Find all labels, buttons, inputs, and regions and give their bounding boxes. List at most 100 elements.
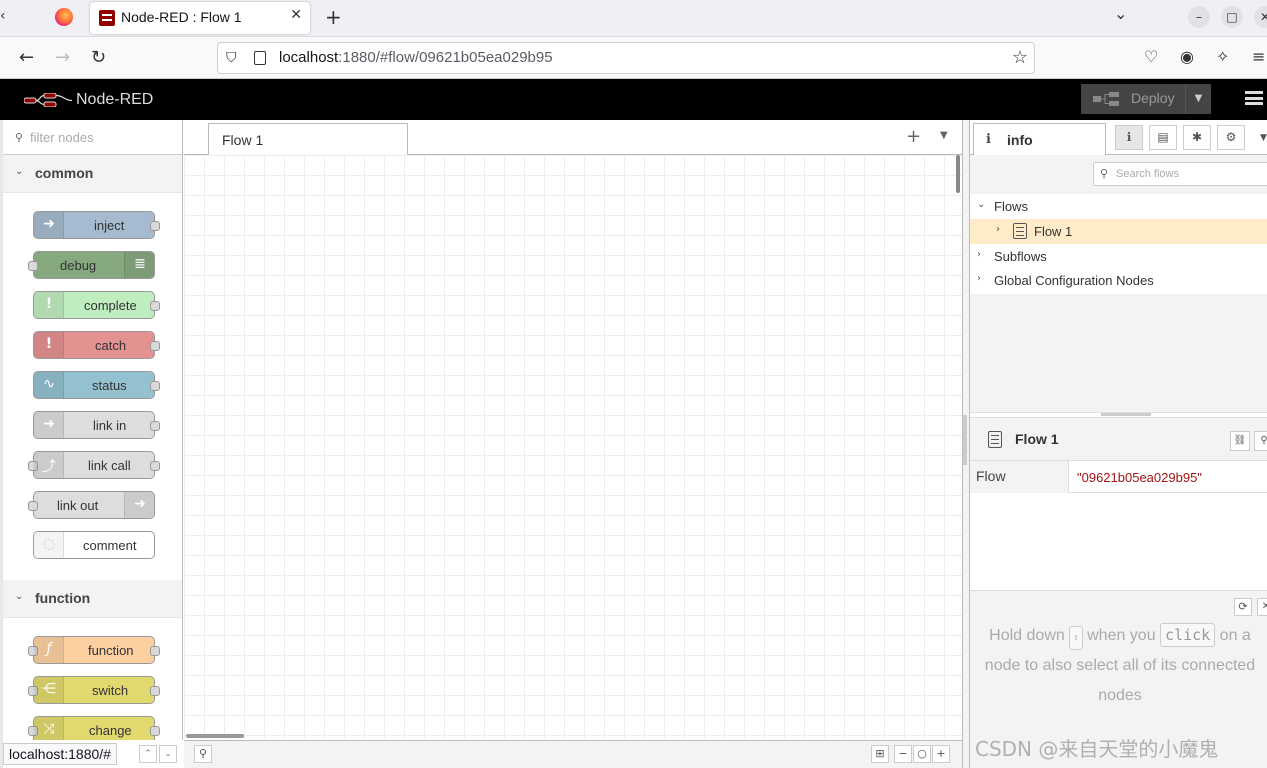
palette-node-switch[interactable]: ⋲ switch xyxy=(28,676,160,704)
firefox-icon[interactable] xyxy=(55,8,73,26)
main-menu-icon[interactable] xyxy=(1245,91,1263,105)
category-function-header[interactable]: ⌄ function xyxy=(3,580,182,618)
flow-tree: ⌄ Flows › Flow 1 › Subflows › Global Con… xyxy=(970,194,1267,294)
workspace-canvas[interactable] xyxy=(184,155,962,739)
info-splitter-handle[interactable] xyxy=(1101,413,1151,416)
palette-filter[interactable]: ⚲ filter nodes xyxy=(3,120,182,155)
sidebar-resize-handle[interactable] xyxy=(963,415,967,465)
tree-row-subflows[interactable]: › Subflows xyxy=(970,244,1267,269)
search-flows-input[interactable]: ⚲ Search flows xyxy=(1093,162,1267,186)
palette-node-complete[interactable]: ! complete xyxy=(33,291,160,319)
vertical-scrollbar[interactable] xyxy=(956,155,960,193)
switch-icon: ⋲ xyxy=(42,681,56,697)
output-port xyxy=(150,221,160,231)
pulse-icon: ∿ xyxy=(43,376,55,392)
tip-text: Hold down ⇧ when you click on a node to … xyxy=(980,621,1260,711)
flow-list-caret-icon[interactable]: ▼ xyxy=(940,130,948,141)
refresh-icon[interactable]: ⟳ xyxy=(1234,598,1252,616)
node-label: status xyxy=(92,378,127,393)
new-tab-icon[interactable]: + xyxy=(325,5,342,29)
reload-icon[interactable]: ↻ xyxy=(91,47,106,68)
palette-node-function[interactable]: ƒ function xyxy=(28,636,160,664)
tree-row-global-config[interactable]: › Global Configuration Nodes xyxy=(970,268,1267,293)
status-url: localhost:1880/# xyxy=(3,743,117,765)
detail-header: Flow 1 ⛓ ⚲ xyxy=(970,418,1267,461)
link-icon[interactable]: ⛓ xyxy=(1230,431,1250,451)
close-tab-icon[interactable]: ✕ xyxy=(290,7,302,23)
palette-node-link-out[interactable]: link out ➜ xyxy=(28,491,155,519)
add-flow-icon[interactable]: + xyxy=(906,126,921,147)
deploy-menu-caret-icon[interactable]: ▼ xyxy=(1185,84,1211,114)
palette-node-catch[interactable]: ! catch xyxy=(33,331,160,359)
tree-row-flows[interactable]: ⌄ Flows xyxy=(970,194,1267,219)
input-port xyxy=(28,261,38,271)
expand-all-icon[interactable]: ⌄ xyxy=(159,745,177,763)
tab-info[interactable]: ℹ info xyxy=(973,123,1106,156)
nodered-header: Node-RED Deploy ▼ xyxy=(0,79,1267,120)
url-text[interactable]: localhost:1880/#flow/09621b05ea029b95 xyxy=(279,49,553,66)
navigator-map-icon[interactable]: ⊞ xyxy=(871,745,889,763)
chevron-right-icon: › xyxy=(996,224,1000,235)
search-icon: ⚲ xyxy=(1100,167,1109,180)
back-icon[interactable]: ← xyxy=(19,47,34,68)
zoom-reset-icon[interactable]: ○ xyxy=(913,745,931,763)
config-gear-icon[interactable]: ⚙ xyxy=(1217,125,1245,150)
category-label: common xyxy=(35,165,94,181)
palette-node-inject[interactable]: ➜ inject xyxy=(33,211,160,239)
help-book-icon[interactable]: ▤ xyxy=(1149,125,1177,150)
category-common-header[interactable]: ⌄ common xyxy=(3,155,182,193)
close-window-icon[interactable]: ✕ xyxy=(1254,6,1267,28)
exclamation-icon: ! xyxy=(45,336,53,352)
tree-row-flow-1[interactable]: › Flow 1 xyxy=(970,219,1267,244)
shield-icon[interactable]: ⛉ xyxy=(226,50,237,66)
browser-tab-bar: ‹ Node-RED : Flow 1 ✕ + ⌄ – □ ✕ xyxy=(0,0,1267,37)
node-label: link call xyxy=(88,458,131,473)
url-bar[interactable]: ⛉ localhost:1880/#flow/09621b05ea029b95 … xyxy=(217,42,1035,74)
page-info-icon[interactable] xyxy=(254,51,266,65)
property-value: "09621b05ea029b95" xyxy=(1077,470,1202,485)
pocket-icon[interactable]: ♡ xyxy=(1144,47,1158,66)
palette-node-change[interactable]: ⤨ change xyxy=(28,716,160,740)
maximize-icon[interactable]: □ xyxy=(1221,6,1243,28)
search-icon[interactable]: ⚲ xyxy=(194,745,212,763)
horizontal-scrollbar[interactable] xyxy=(186,734,244,738)
filter-nodes-input[interactable]: filter nodes xyxy=(30,130,94,145)
output-port xyxy=(150,461,160,471)
palette-node-comment[interactable]: ◌ comment xyxy=(33,531,155,559)
list-tabs-chevron-icon[interactable]: ⌄ xyxy=(1114,4,1127,23)
minimize-icon[interactable]: – xyxy=(1188,6,1210,28)
tab-flow-1[interactable]: Flow 1 xyxy=(208,123,408,156)
browser-tab[interactable]: Node-RED : Flow 1 ✕ xyxy=(90,2,310,34)
debug-list-icon: ≣ xyxy=(134,256,146,272)
output-port xyxy=(150,341,160,351)
tree-label: Subflows xyxy=(994,249,1047,264)
zoom-out-icon[interactable]: − xyxy=(894,745,912,763)
palette-node-status[interactable]: ∿ status xyxy=(33,371,160,399)
exclamation-icon: ! xyxy=(45,296,53,312)
output-port xyxy=(150,301,160,311)
bookmark-star-icon[interactable]: ☆ xyxy=(1012,47,1028,68)
close-icon[interactable]: ✕ xyxy=(1257,598,1267,616)
palette-node-debug[interactable]: debug ≣ xyxy=(28,251,155,279)
output-port xyxy=(150,421,160,431)
browser-menu-icon[interactable]: ≡ xyxy=(1252,47,1265,66)
inject-icon: ➜ xyxy=(43,216,55,232)
debug-bug-icon[interactable]: ✱ xyxy=(1183,125,1211,150)
collapse-all-icon[interactable]: ⌃ xyxy=(139,745,157,763)
forward-icon[interactable]: → xyxy=(55,47,70,68)
node-label: switch xyxy=(92,683,129,698)
account-icon[interactable]: ◉ xyxy=(1180,47,1194,66)
palette-node-link-call[interactable]: ⤴ link call xyxy=(28,451,160,479)
info-tab-icon[interactable]: ℹ xyxy=(1115,125,1143,150)
left-edge-glyph: ‹ xyxy=(0,8,6,24)
palette-node-link-in[interactable]: ➜ link in xyxy=(33,411,160,439)
zoom-in-icon[interactable]: + xyxy=(932,745,950,763)
deploy-button[interactable]: Deploy ▼ xyxy=(1081,84,1211,114)
output-port xyxy=(150,381,160,391)
extensions-icon[interactable]: ✧ xyxy=(1216,47,1229,66)
sidebar-tabs-caret-icon[interactable]: ▼ xyxy=(1260,133,1267,143)
change-icon: ⤨ xyxy=(43,721,55,737)
nodered-logo-icon xyxy=(24,93,72,107)
search-icon[interactable]: ⚲ xyxy=(1254,431,1267,451)
tree-label: Flows xyxy=(994,199,1028,214)
